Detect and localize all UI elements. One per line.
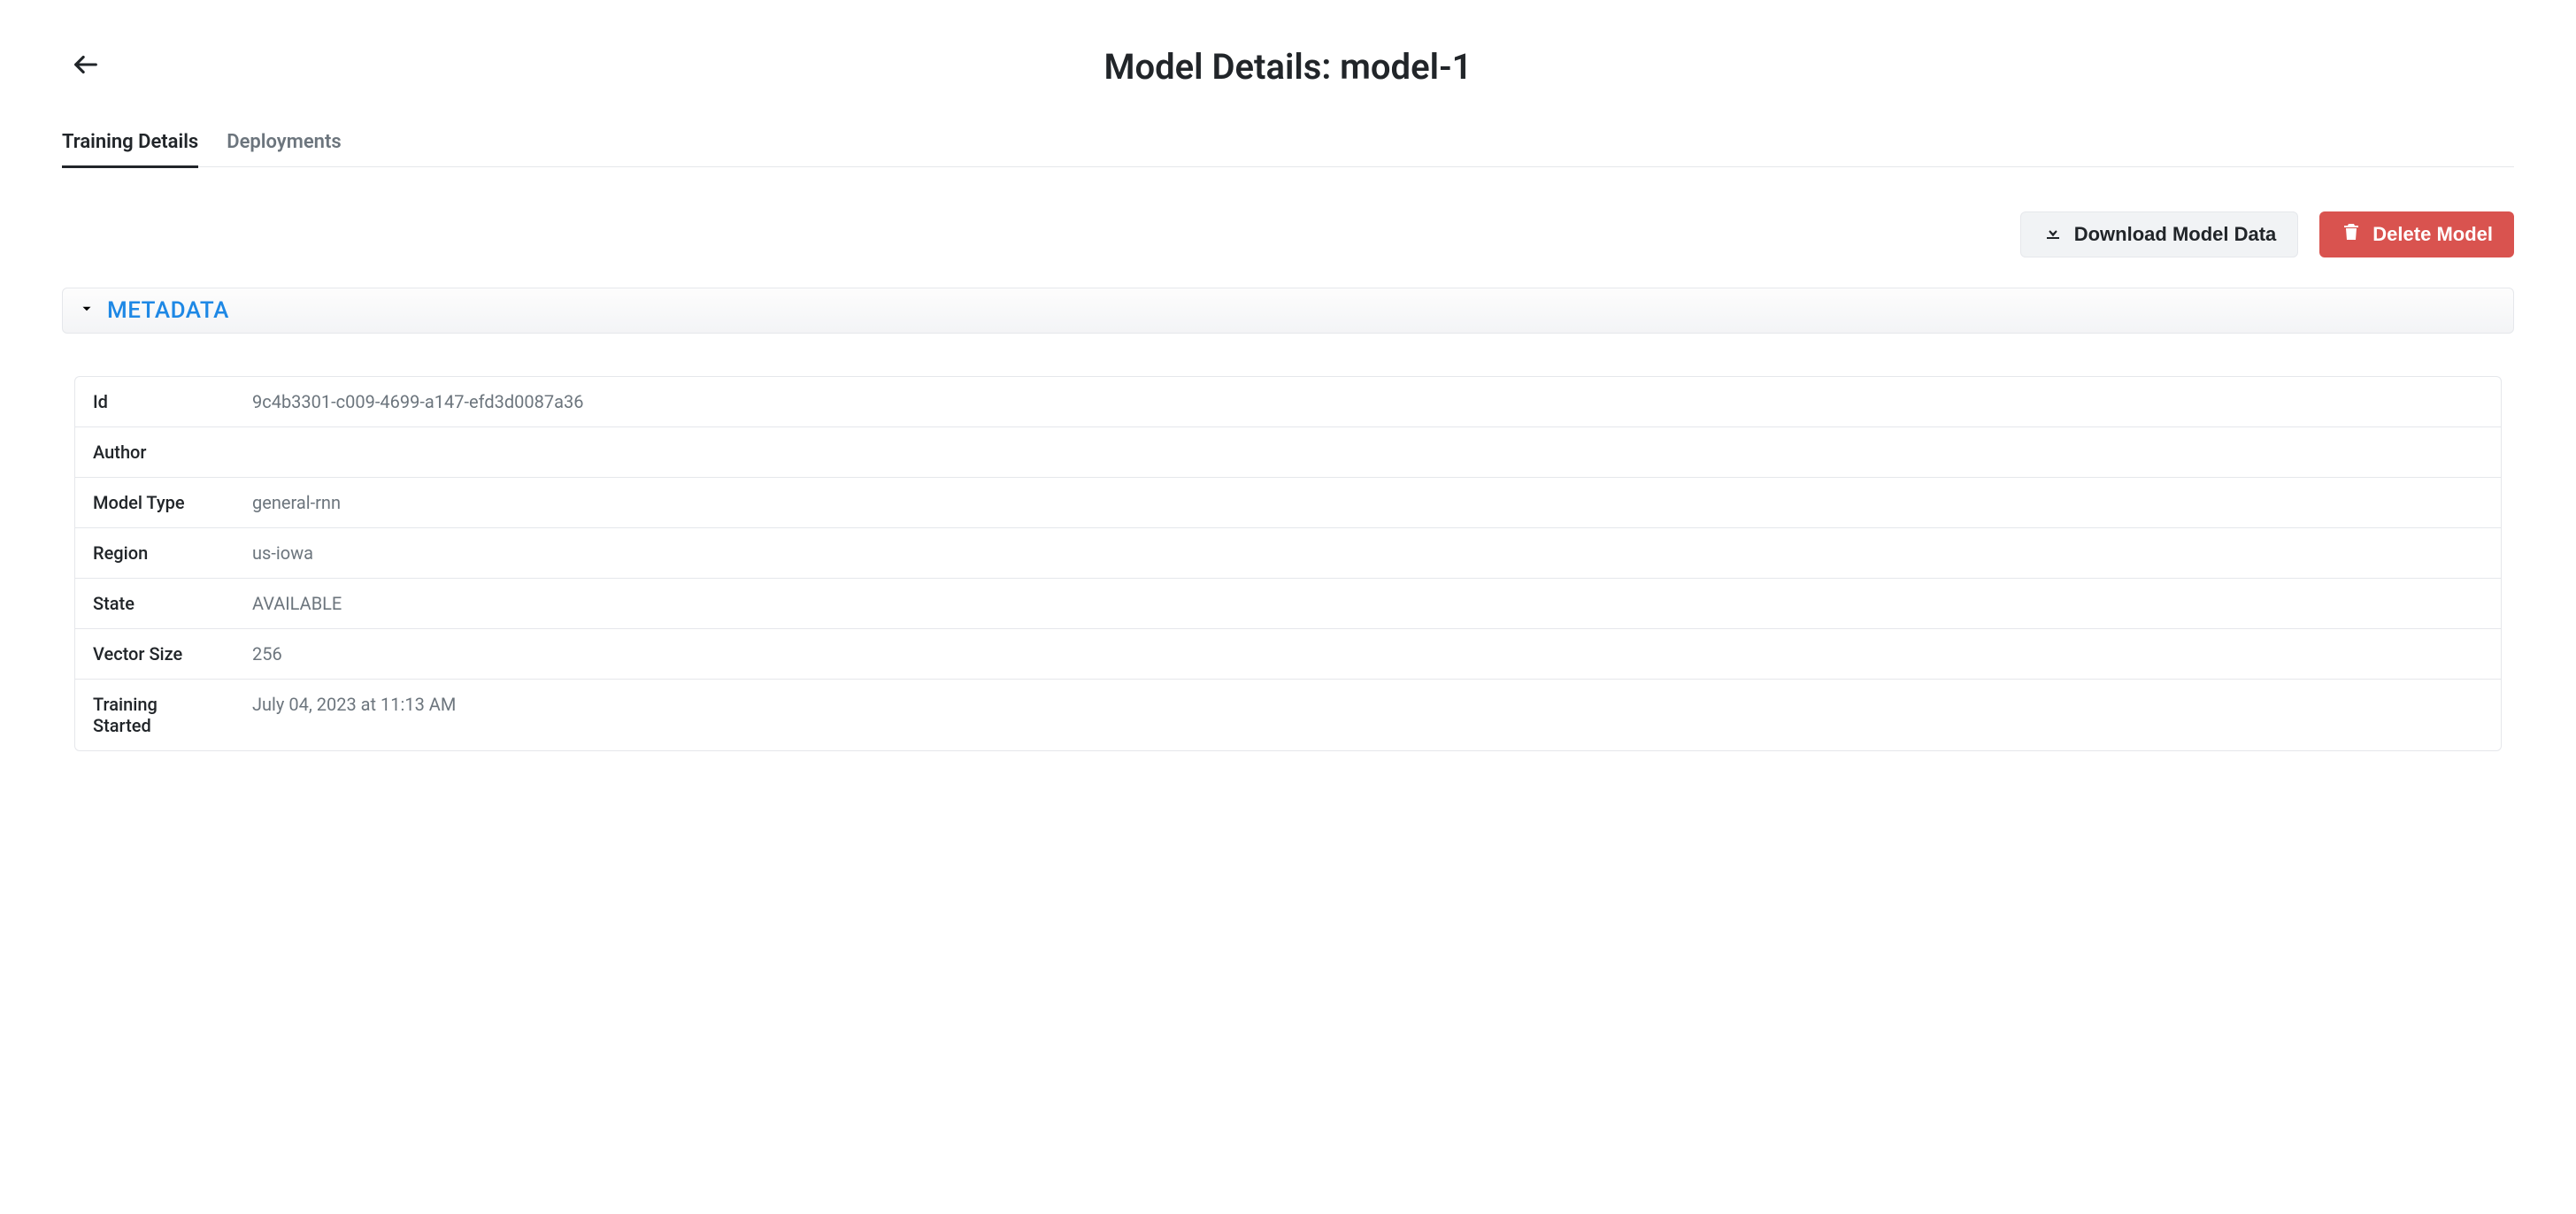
meta-value-training-started: July 04, 2023 at 11:13 AM: [235, 680, 2501, 750]
meta-label-id: Id: [75, 377, 235, 426]
trash-icon: [2341, 221, 2362, 248]
section-metadata: METADATA Id 9c4b3301-c009-4699-a147-efd3…: [62, 288, 2514, 751]
page-title-prefix: Model Details:: [1103, 46, 1340, 88]
tab-label: Deployments: [227, 131, 341, 153]
meta-label-author: Author: [75, 427, 235, 477]
section-title: METADATA: [107, 297, 229, 324]
tab-deployments[interactable]: Deployments: [227, 124, 341, 168]
table-row: Id 9c4b3301-c009-4699-a147-efd3d0087a36: [75, 377, 2501, 427]
delete-model-button[interactable]: Delete Model: [2319, 211, 2514, 257]
meta-value-region: us-iowa: [235, 528, 2501, 578]
download-model-data-button[interactable]: Download Model Data: [2020, 211, 2299, 257]
back-button[interactable]: [71, 50, 101, 83]
arrow-left-icon: [71, 50, 101, 83]
page-title: Model Details: model-1: [1103, 46, 1472, 88]
meta-label-state: State: [75, 579, 235, 628]
caret-down-icon: [79, 301, 95, 320]
meta-value-id: 9c4b3301-c009-4699-a147-efd3d0087a36: [235, 377, 2501, 426]
button-label: Delete Model: [2372, 223, 2493, 246]
tab-label: Training Details: [62, 131, 198, 153]
table-row: State AVAILABLE: [75, 579, 2501, 629]
page-header: Model Details: model-1: [62, 35, 2514, 97]
meta-value-model-type: general-rnn: [235, 478, 2501, 527]
page-root: Model Details: model-1 Training Details …: [0, 0, 2576, 1214]
table-row: Author: [75, 427, 2501, 478]
actions-row: Download Model Data Delete Model: [62, 211, 2514, 257]
meta-value-vector-size: 256: [235, 629, 2501, 679]
meta-label-vector-size: Vector Size: [75, 629, 235, 679]
meta-label-training-started: Training Started: [75, 680, 235, 750]
meta-label-region: Region: [75, 528, 235, 578]
table-row: Vector Size 256: [75, 629, 2501, 680]
metadata-table: Id 9c4b3301-c009-4699-a147-efd3d0087a36 …: [74, 376, 2502, 751]
page-title-model-name: model-1: [1340, 46, 1472, 88]
section-header-metadata[interactable]: METADATA: [62, 288, 2514, 334]
table-row: Model Type general-rnn: [75, 478, 2501, 528]
meta-value-author: [235, 427, 2501, 477]
meta-value-state: AVAILABLE: [235, 579, 2501, 628]
meta-label-model-type: Model Type: [75, 478, 235, 527]
download-icon: [2042, 221, 2064, 248]
table-row: Training Started July 04, 2023 at 11:13 …: [75, 680, 2501, 750]
tabs: Training Details Deployments: [62, 124, 2514, 167]
table-row: Region us-iowa: [75, 528, 2501, 579]
tab-training-details[interactable]: Training Details: [62, 124, 198, 168]
button-label: Download Model Data: [2074, 223, 2277, 246]
